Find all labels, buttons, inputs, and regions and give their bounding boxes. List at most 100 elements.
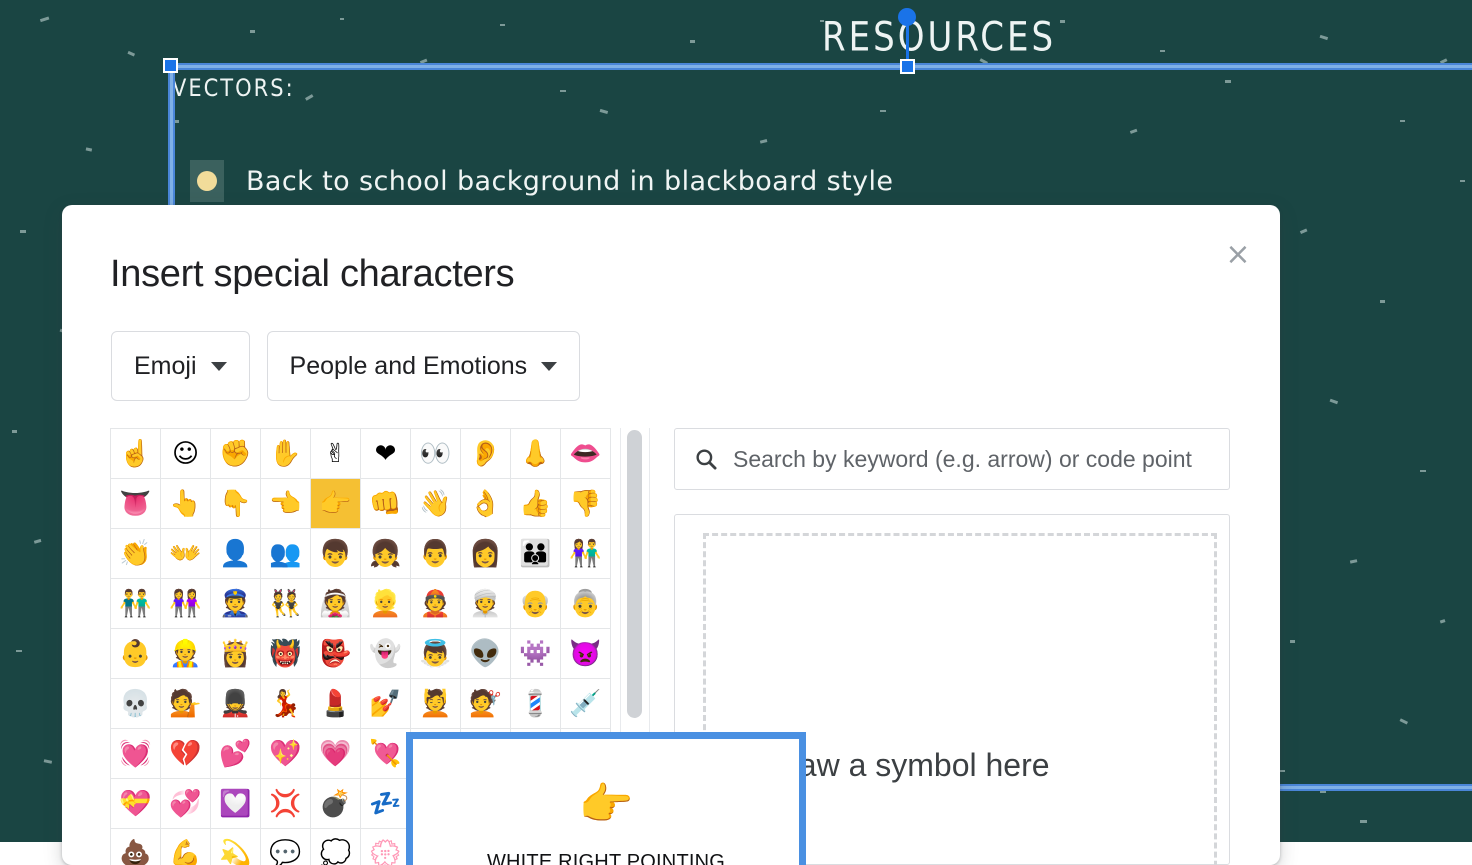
- character-cell[interactable]: 👸: [211, 629, 261, 679]
- character-cell[interactable]: 💅: [361, 679, 411, 729]
- character-cell[interactable]: 💕: [211, 729, 261, 779]
- character-cell[interactable]: ✊: [211, 429, 261, 479]
- character-cell[interactable]: 👄: [561, 429, 611, 479]
- character-cell[interactable]: 💁: [161, 679, 211, 729]
- character-cell[interactable]: 💉: [561, 679, 611, 729]
- category-selectors: Emoji People and Emotions: [111, 331, 580, 401]
- character-cell[interactable]: 💞: [161, 779, 211, 829]
- character-cell[interactable]: 👱: [361, 579, 411, 629]
- character-cell[interactable]: 👭: [161, 579, 211, 629]
- selection-border-bottom-inner: [1280, 786, 1472, 789]
- character-cell[interactable]: 👥: [261, 529, 311, 579]
- top-left-handle[interactable]: [163, 58, 178, 73]
- character-cell[interactable]: 💃: [261, 679, 311, 729]
- character-cell[interactable]: 👤: [211, 529, 261, 579]
- character-cell-selected[interactable]: 👉: [311, 479, 361, 529]
- selection-border-left-inner: [170, 63, 173, 207]
- character-cell[interactable]: 👺: [311, 629, 361, 679]
- character-cell[interactable]: 👳: [461, 579, 511, 629]
- select-character-category[interactable]: People and Emotions: [267, 331, 581, 401]
- background-list-item: Back to school background in blackboard …: [190, 160, 893, 202]
- chalk-text-vectors: VECTORS:: [172, 74, 295, 102]
- character-cell[interactable]: 👈: [261, 479, 311, 529]
- character-cell[interactable]: 💬: [261, 829, 311, 865]
- character-cell[interactable]: 👵: [561, 579, 611, 629]
- character-cell[interactable]: 👋: [411, 479, 461, 529]
- top-center-handle[interactable]: [900, 59, 915, 74]
- character-cell[interactable]: 👃: [511, 429, 561, 479]
- character-cell[interactable]: 👂: [461, 429, 511, 479]
- character-cell[interactable]: 💂: [211, 679, 261, 729]
- character-cell[interactable]: 👯: [261, 579, 311, 629]
- character-cell[interactable]: 👶: [111, 629, 161, 679]
- character-cell[interactable]: 👩: [461, 529, 511, 579]
- character-cell[interactable]: 👹: [261, 629, 311, 679]
- scrollbar-thumb[interactable]: [627, 430, 642, 718]
- select-character-type-label: Emoji: [134, 352, 197, 381]
- character-cell[interactable]: 💝: [111, 779, 161, 829]
- character-cell[interactable]: 👬: [111, 579, 161, 629]
- character-cell[interactable]: 👐: [161, 529, 211, 579]
- character-cell[interactable]: 👨: [411, 529, 461, 579]
- character-cell[interactable]: ❤: [361, 429, 411, 479]
- character-cell[interactable]: 👊: [361, 479, 411, 529]
- close-icon[interactable]: ×: [1218, 235, 1258, 275]
- character-cell[interactable]: 👼: [411, 629, 461, 679]
- character-cell[interactable]: 👻: [361, 629, 411, 679]
- character-cell[interactable]: 💪: [161, 829, 211, 865]
- character-cell[interactable]: 👍: [511, 479, 561, 529]
- chevron-down-icon: [541, 362, 557, 371]
- character-cell[interactable]: 💟: [211, 779, 261, 829]
- character-cell[interactable]: 💓: [111, 729, 161, 779]
- character-cell[interactable]: 👪: [511, 529, 561, 579]
- character-cell[interactable]: 💀: [111, 679, 161, 729]
- character-cell[interactable]: 💣: [311, 779, 361, 829]
- character-cell[interactable]: 👦: [311, 529, 361, 579]
- character-cell[interactable]: 💈: [511, 679, 561, 729]
- character-cell[interactable]: 💆: [411, 679, 461, 729]
- character-cell[interactable]: 👀: [411, 429, 461, 479]
- character-cell[interactable]: 👇: [211, 479, 261, 529]
- character-cell[interactable]: 👧: [361, 529, 411, 579]
- character-cell[interactable]: ✌: [311, 429, 361, 479]
- character-cell[interactable]: 👽: [461, 629, 511, 679]
- character-cell[interactable]: 👷: [161, 629, 211, 679]
- character-cell[interactable]: 💗: [311, 729, 361, 779]
- character-cell[interactable]: 💩: [111, 829, 161, 865]
- character-cell[interactable]: 💇: [461, 679, 511, 729]
- select-character-type[interactable]: Emoji: [111, 331, 250, 401]
- selection-border-top-inner: [168, 65, 1472, 68]
- character-cell[interactable]: ☺: [161, 429, 211, 479]
- character-cell[interactable]: 💤: [361, 779, 411, 829]
- character-cell[interactable]: 👰: [311, 579, 361, 629]
- character-cell[interactable]: ✋: [261, 429, 311, 479]
- character-cell[interactable]: ☝️: [111, 429, 161, 479]
- character-cell[interactable]: 💘: [361, 729, 411, 779]
- character-cell[interactable]: 👅: [111, 479, 161, 529]
- character-cell[interactable]: 💮: [361, 829, 411, 865]
- search-input[interactable]: [733, 446, 1211, 473]
- character-cell[interactable]: 👏: [111, 529, 161, 579]
- character-cell[interactable]: 👲: [411, 579, 461, 629]
- character-cell[interactable]: 💖: [261, 729, 311, 779]
- character-cell[interactable]: 👫: [561, 529, 611, 579]
- character-cell[interactable]: 👿: [561, 629, 611, 679]
- search-field[interactable]: [674, 428, 1230, 490]
- character-cell[interactable]: 💄: [311, 679, 361, 729]
- character-cell[interactable]: 💔: [161, 729, 211, 779]
- page-title: Insert special characters: [110, 253, 514, 296]
- character-cell[interactable]: 💫: [211, 829, 261, 865]
- character-cell[interactable]: 💭: [311, 829, 361, 865]
- character-cell[interactable]: 👮: [211, 579, 261, 629]
- insert-special-characters-dialog: × Insert special characters Emoji People…: [62, 205, 1280, 865]
- character-cell[interactable]: 👾: [511, 629, 561, 679]
- character-cell[interactable]: 👌: [461, 479, 511, 529]
- character-cell[interactable]: 👴: [511, 579, 561, 629]
- character-cell[interactable]: 👆: [161, 479, 211, 529]
- character-cell[interactable]: 💢: [261, 779, 311, 829]
- character-preview-card: 👉 WHITE RIGHT POINTING BACKHAND INDEX U+…: [406, 732, 806, 865]
- preview-character-name: WHITE RIGHT POINTING BACKHAND INDEX: [476, 850, 736, 865]
- rotation-handle[interactable]: [898, 8, 916, 26]
- character-cell[interactable]: 👎: [561, 479, 611, 529]
- bullet-dot: [197, 171, 217, 191]
